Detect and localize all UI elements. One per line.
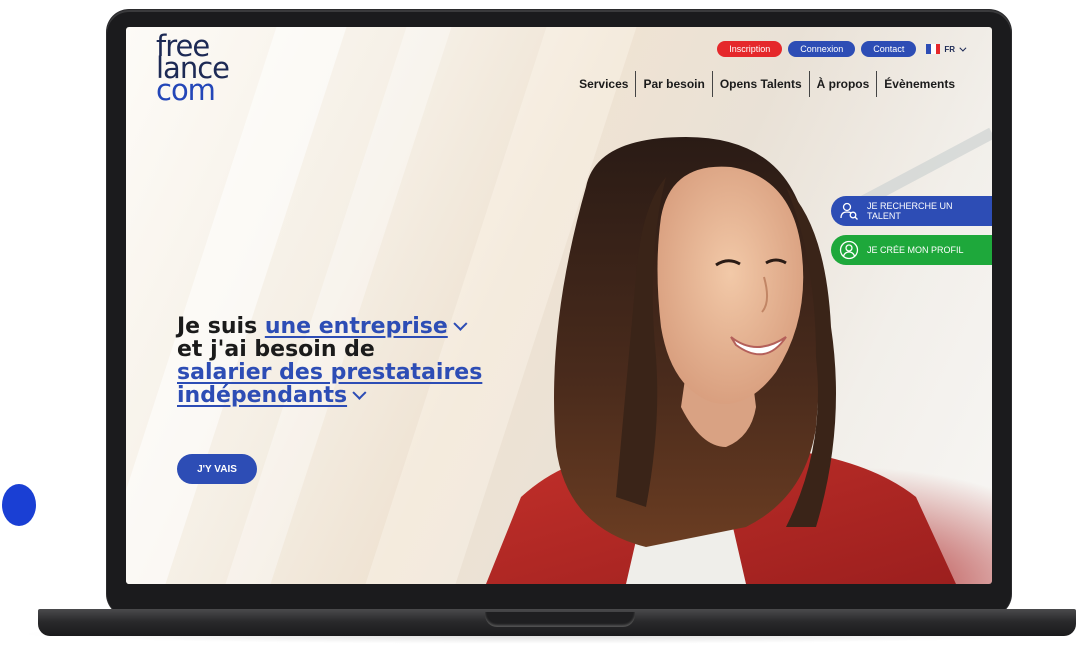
headline-line-1: Je suis une entreprise [177, 315, 537, 338]
headline-line-2: et j'ai besoin de [177, 337, 375, 362]
nav-item-par-besoin[interactable]: Par besoin [635, 71, 711, 97]
nav-item-a-propos[interactable]: À propos [808, 71, 877, 97]
hero-photo-woman [486, 137, 956, 584]
nav-item-services[interactable]: Services [572, 71, 635, 97]
chevron-down-icon [352, 385, 367, 400]
laptop-hinge-notch [485, 612, 635, 627]
go-button[interactable]: J'Y VAIS [177, 454, 257, 484]
role-selector[interactable]: une entreprise [264, 314, 468, 339]
nav-item-evenements[interactable]: Évènements [876, 71, 962, 97]
language-selector[interactable]: FR [926, 44, 967, 54]
connexion-button[interactable]: Connexion [788, 41, 856, 57]
create-profile-label: JE CRÉE MON PROFIL [867, 245, 964, 255]
contact-button[interactable]: Contact [861, 41, 917, 57]
find-talent-button[interactable]: JE RECHERCHE UN TALENT [831, 196, 992, 226]
user-search-icon [840, 202, 858, 220]
need-selector-line-1[interactable]: salarier des prestataires [177, 361, 537, 384]
user-profile-icon [839, 240, 859, 260]
laptop-screen: free lance com Inscription Connexion Con… [126, 27, 992, 584]
language-code: FR [944, 44, 955, 54]
nav-item-opens-talents[interactable]: Opens Talents [711, 71, 809, 97]
headline-prefix: Je suis [177, 314, 265, 339]
freelance-logo[interactable]: free lance com [156, 32, 230, 105]
need-selector-label: indépendants [177, 383, 348, 408]
create-profile-button[interactable]: JE CRÉE MON PROFIL [831, 235, 992, 265]
chevron-down-icon [453, 316, 468, 331]
need-selector[interactable]: indépendants [177, 383, 367, 408]
find-talent-label: JE RECHERCHE UN TALENT [867, 201, 953, 221]
blue-dot-decoration [2, 484, 36, 526]
role-selector-label: une entreprise [264, 314, 448, 339]
main-nav: Services Par besoin Opens Talents À prop… [572, 71, 962, 97]
need-selector-line-2-wrap: indépendants [177, 384, 537, 407]
hero-headline: Je suis une entreprise et j'ai besoin de… [177, 315, 537, 407]
inscription-button[interactable]: Inscription [717, 41, 783, 57]
french-flag-icon [926, 44, 941, 54]
top-action-bar: Inscription Connexion Contact FR [717, 41, 967, 57]
